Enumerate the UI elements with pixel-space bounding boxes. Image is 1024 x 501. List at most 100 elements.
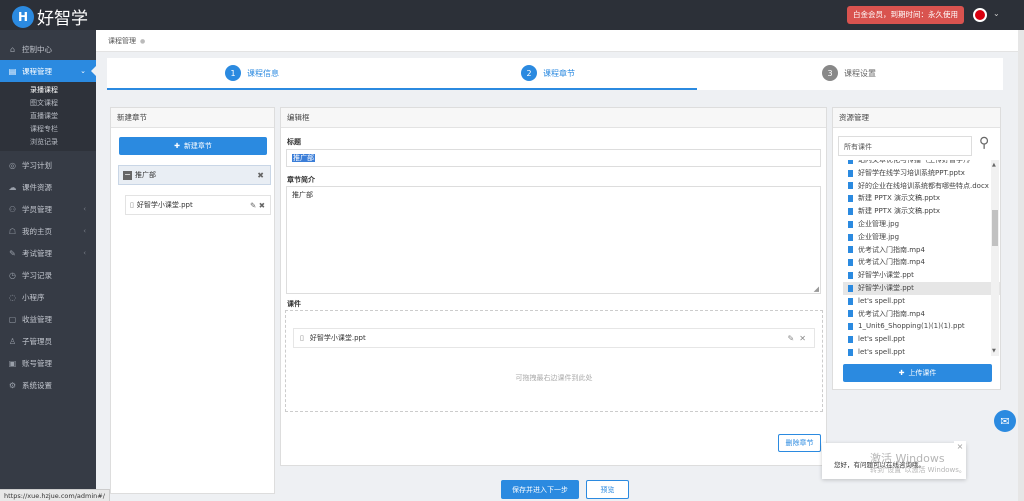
scroll-thumb[interactable] [992, 210, 998, 246]
submenu-item-column[interactable]: 课程专栏 [0, 123, 96, 136]
step-course-info[interactable]: 1 课程信息 [225, 65, 279, 81]
sidebar-item-income[interactable]: ▢ 收益管理 [0, 308, 96, 330]
drop-hint: 可拖拽最右边课件到此处 [515, 374, 593, 382]
resource-item[interactable]: 新建 PPTX 演示文稿.pptx [843, 205, 1000, 218]
delete-chapter-button[interactable]: 删除章节 [778, 434, 821, 452]
resource-item[interactable]: 好的企业在线培训系统都有哪些特点.docx [843, 180, 1000, 193]
resource-item[interactable]: let's spell.ppt [843, 333, 1000, 346]
resource-name: 优考试入门指南.mp4 [858, 309, 925, 318]
resource-name: let's spell.ppt [858, 296, 905, 305]
sidebar-item-exams[interactable]: ✎ 考试管理 ‹ [0, 242, 96, 264]
resource-item[interactable]: 好智学小课堂.ppt [843, 281, 1000, 295]
sidebar-item-course-management[interactable]: ▤ 课程管理 ⌄ [0, 60, 96, 82]
scroll-down-icon[interactable]: ▼ [992, 348, 996, 354]
step-course-settings[interactable]: 3 课程设置 [822, 65, 876, 81]
new-chapter-button[interactable]: ✚ 新建章节 [119, 137, 267, 155]
sidebar-item-study-plan[interactable]: ◎ 学习计划 [0, 154, 96, 176]
sidebar-item-settings[interactable]: ⚙ 系统设置 [0, 374, 96, 396]
resource-item[interactable]: 站内文章优化与传播（上传好智学）》 [843, 160, 1000, 167]
account-icon: ▣ [8, 358, 17, 368]
submenu-item-recorded[interactable]: 录播课程 [0, 84, 96, 97]
sidebar-item-dashboard[interactable]: ⌂ 控制中心 [0, 38, 96, 60]
resource-item[interactable]: 好智学在线学习培训系统PPT.pptx [843, 167, 1000, 180]
courseware-dropzone[interactable]: ▯ 好智学小课堂.ppt ✎ ✕ 可拖拽最右边课件到此处 [285, 310, 823, 412]
home-icon: ⌂ [9, 44, 16, 54]
sidebar-item-miniprogram[interactable]: ◌ 小程序 [0, 286, 96, 308]
chat-icon[interactable]: ✉ [994, 410, 1016, 432]
resource-item[interactable]: 企业管理.jpg [843, 231, 1000, 244]
sidebar-item-homepage[interactable]: ☖ 我的主页 ‹ [0, 220, 96, 242]
windows-activation-title: 激活 Windows [870, 452, 945, 465]
sidebar-item-records[interactable]: ◷ 学习记录 [0, 264, 96, 286]
sidebar-item-label: 我的主页 [22, 226, 52, 236]
upload-courseware-button[interactable]: ✚ 上传课件 [843, 364, 992, 382]
sidebar-item-account[interactable]: ▣ 账号管理 [0, 352, 96, 374]
resource-item[interactable]: 新建 PPTX 演示文稿.pptx [843, 192, 1000, 205]
sidebar-submenu: 录播课程 图文课程 直播课堂 课程专栏 浏览记录 [0, 82, 96, 151]
resource-item[interactable]: 优考试入门指南.mp4 [843, 308, 1000, 321]
resource-item[interactable]: 企业管理.jpg [843, 218, 1000, 231]
file-icon [848, 169, 853, 177]
sidebar-item-label: 收益管理 [22, 314, 52, 324]
resource-item[interactable]: 优考试入门指南.mp4 [843, 244, 1000, 257]
file-icon [848, 310, 853, 318]
breadcrumb-current[interactable]: 课程管理 [108, 37, 136, 45]
step-progress-line [107, 88, 697, 90]
sidebar-item-label: 学习记录 [22, 270, 52, 280]
chevron-left-icon: ‹ [83, 205, 86, 213]
page-scrollbar[interactable] [1018, 30, 1024, 501]
plus-icon: ✚ [898, 369, 905, 377]
courseware-file-item[interactable]: ▯ 好智学小课堂.ppt ✎ ✕ [293, 328, 815, 348]
step-course-chapters[interactable]: 2 课程章节 [521, 65, 575, 81]
scroll-up-icon[interactable]: ▲ [992, 162, 996, 168]
submenu-item-article[interactable]: 图文课程 [0, 97, 96, 110]
miniprogram-icon: ◌ [9, 292, 16, 302]
search-icon[interactable]: ⚲ [979, 135, 989, 151]
resource-item[interactable]: 优考试入门指南.mp4 [843, 256, 1000, 269]
title-value: 推广部 [292, 154, 315, 162]
edit-icon[interactable]: ✎ [250, 201, 256, 210]
resource-item[interactable]: 1_Unit6_Shopping(1)(1)(1).ppt [843, 320, 1000, 333]
user-avatar[interactable] [973, 8, 987, 22]
submenu-item-live[interactable]: 直播课堂 [0, 110, 96, 123]
resource-scrollbar[interactable]: ▲ ▼ [991, 160, 999, 356]
resize-handle-icon[interactable]: ◢ [814, 285, 819, 293]
users-icon: ⚇ [8, 204, 17, 214]
submenu-item-history[interactable]: 浏览记录 [0, 136, 96, 149]
sidebar-item-resources[interactable]: ☁ 课件资源 [0, 176, 96, 198]
step-label: 课程设置 [844, 68, 876, 78]
panel-title: 资源管理 [833, 108, 1000, 128]
resource-name: 好智学小课堂.ppt [858, 271, 914, 280]
resource-item[interactable]: let's spell.ppt [843, 295, 1000, 308]
book-icon: ▤ [8, 66, 17, 76]
intro-textarea[interactable]: 推广部 ◢ [286, 186, 821, 294]
sidebar: ⌂ 控制中心 ▤ 课程管理 ⌄ 录播课程 图文课程 直播课堂 课程专栏 浏览记录 ◎ 学… [0, 30, 96, 501]
sidebar-item-subadmin[interactable]: ♙ 子管理员 [0, 330, 96, 352]
edit-icon[interactable]: ✎ [788, 334, 795, 343]
member-status-badge[interactable]: 白金会员，到期时间：永久使用 [847, 6, 964, 24]
sidebar-item-label: 小程序 [22, 292, 45, 302]
chevron-down-icon[interactable]: ⌄ [993, 9, 1000, 18]
logo[interactable]: H 好智学 [12, 4, 88, 29]
chapter-item[interactable]: − 推广部 ✖ [118, 165, 271, 185]
collapse-icon[interactable]: − [123, 170, 132, 180]
sidebar-item-label: 子管理员 [22, 336, 52, 346]
resource-name: 站内文章优化与传播（上传好智学）》 [858, 160, 974, 164]
title-input[interactable]: 推广部 [286, 149, 821, 167]
close-icon[interactable]: ✖ [259, 201, 265, 210]
close-icon[interactable]: ✖ [257, 171, 264, 180]
save-next-button[interactable]: 保存并进入下一步 [501, 480, 579, 499]
close-icon[interactable]: × [954, 441, 966, 453]
chapter-file-item[interactable]: ▯ 好智学小课堂.ppt ✎ ✖ [125, 195, 271, 215]
preview-button[interactable]: 预览 [586, 480, 629, 499]
sidebar-item-label: 控制中心 [22, 44, 52, 54]
sidebar-item-label: 账号管理 [22, 358, 52, 368]
resource-item[interactable]: 好智学小课堂.ppt [843, 269, 1000, 282]
close-icon[interactable]: ✕ [799, 334, 806, 343]
resource-item[interactable]: let's spell.ppt [843, 346, 1000, 356]
file-icon [848, 272, 853, 280]
resource-name: 企业管理.jpg [858, 232, 900, 241]
resource-search-input[interactable]: 所有课件 [838, 136, 972, 156]
resource-list[interactable]: 站内文章优化与传播（上传好智学）》好智学在线学习培训系统PPT.pptx 好的企业… [843, 160, 1000, 356]
sidebar-item-students[interactable]: ⚇ 学员管理 ‹ [0, 198, 96, 220]
